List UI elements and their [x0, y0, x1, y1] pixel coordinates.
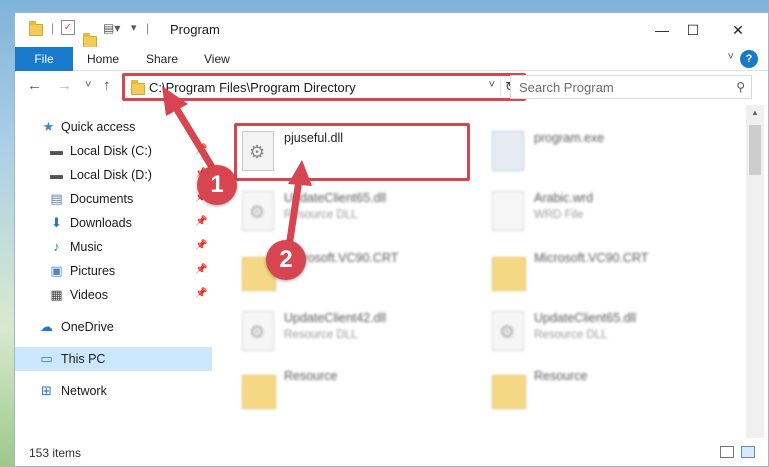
callout-badge-2: 2: [266, 240, 306, 280]
callout-badge-1: 1: [197, 165, 237, 205]
callout-arrow-1: [169, 99, 219, 176]
arrowhead-2: [288, 160, 312, 186]
callout-arrow-2: [286, 176, 303, 244]
callout-arrows: [162, 86, 312, 244]
